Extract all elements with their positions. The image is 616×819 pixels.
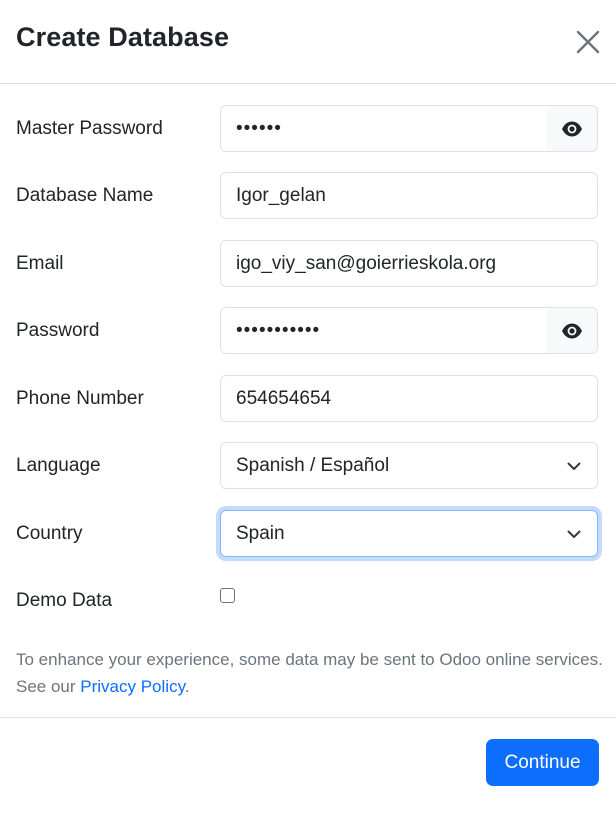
demo-data-row: Demo Data [0,577,616,625]
language-select[interactable]: Spanish / Español [220,442,598,489]
close-icon [576,30,600,54]
create-database-dialog: Create Database Master Password •••••• D… [0,0,616,819]
email-row: Email igo_viy_san@goierrieskola.org [0,240,616,288]
chevron-down-icon [567,462,581,470]
email-field[interactable]: igo_viy_san@goierrieskola.org [220,240,598,287]
database-name-value: Igor_gelan [236,185,326,206]
dialog-footer: Continue [0,717,616,819]
chevron-down-icon [567,530,581,538]
demo-data-checkbox[interactable] [220,588,235,603]
database-name-row: Database Name Igor_gelan [0,172,616,220]
country-label: Country [16,523,83,544]
continue-button[interactable]: Continue [486,739,599,786]
privacy-notice: To enhance your experience, some data ma… [16,646,606,700]
close-button[interactable] [572,26,604,58]
database-name-label: Database Name [16,185,154,206]
phone-number-row: Phone Number 654654654 [0,375,616,423]
dialog-title: Create Database [16,22,230,52]
password-row: Password ••••••••••• [0,307,616,355]
show-master-password-button[interactable] [547,105,598,152]
email-label: Email [16,253,64,274]
eye-icon [562,323,582,339]
master-password-label: Master Password [16,118,163,139]
master-password-field[interactable]: •••••• [220,105,548,152]
phone-number-field[interactable]: 654654654 [220,375,598,422]
phone-number-label: Phone Number [16,388,144,409]
show-password-button[interactable] [547,307,598,354]
country-selected-value: Spain [236,523,285,544]
dialog-header: Create Database [0,0,616,84]
password-value: ••••••••••• [236,320,321,341]
email-value: igo_viy_san@goierrieskola.org [236,253,497,274]
eye-icon [562,121,582,137]
country-select[interactable]: Spain [220,510,598,557]
language-selected-value: Spanish / Español [236,455,390,476]
master-password-row: Master Password •••••• [0,105,616,153]
country-row: Country Spain [0,510,616,558]
privacy-notice-suffix: . [184,677,190,696]
demo-data-label: Demo Data [16,590,113,611]
database-name-field[interactable]: Igor_gelan [220,172,598,219]
language-label: Language [16,455,101,476]
language-row: Language Spanish / Español [0,442,616,490]
master-password-value: •••••• [236,118,282,139]
password-label: Password [16,320,100,341]
privacy-policy-link[interactable]: Privacy Policy [80,677,185,696]
phone-number-value: 654654654 [236,388,332,409]
password-field[interactable]: ••••••••••• [220,307,548,354]
